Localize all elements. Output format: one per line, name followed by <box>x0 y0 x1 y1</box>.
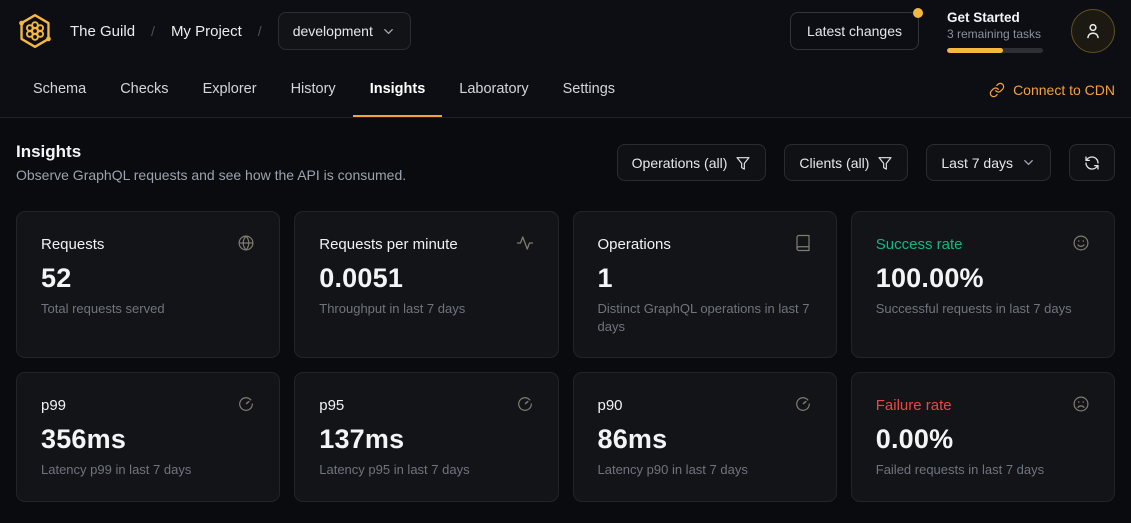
get-started-title: Get Started <box>947 10 1043 25</box>
book-icon <box>794 234 812 252</box>
breadcrumb-separator: / <box>258 23 262 39</box>
stats-grid: Requests 52 Total requests served Reques… <box>0 183 1131 502</box>
frown-icon <box>1072 395 1090 413</box>
breadcrumb-org[interactable]: The Guild <box>70 23 135 40</box>
stat-card-description: Latency p90 in last 7 days <box>598 461 812 479</box>
stat-card-value: 1 <box>598 263 812 294</box>
tab-schema[interactable]: Schema <box>16 62 103 117</box>
notification-dot <box>913 8 923 18</box>
breadcrumb-project[interactable]: My Project <box>171 23 242 40</box>
header-right: Latest changes Get Started 3 remaining t… <box>790 9 1115 53</box>
stat-card-value: 0.00% <box>876 424 1090 455</box>
get-started-progressbar <box>947 48 1043 53</box>
gauge-icon <box>516 395 534 413</box>
stat-card-description: Failed requests in last 7 days <box>876 461 1090 479</box>
page-subtitle: Observe GraphQL requests and see how the… <box>16 167 406 183</box>
operations-filter-label: Operations (all) <box>632 155 728 171</box>
tab-history[interactable]: History <box>274 62 353 117</box>
stat-card-value: 0.0051 <box>319 263 533 294</box>
gauge-icon <box>237 395 255 413</box>
stat-card: Operations 1 Distinct GraphQL operations… <box>573 211 837 358</box>
stat-card-description: Throughput in last 7 days <box>319 300 533 318</box>
link-icon <box>989 82 1005 98</box>
get-started-subtitle: 3 remaining tasks <box>947 27 1043 41</box>
get-started-progress-fill <box>947 48 1003 53</box>
get-started-widget[interactable]: Get Started 3 remaining tasks <box>947 10 1043 53</box>
clients-filter-label: Clients (all) <box>799 155 869 171</box>
stat-card-value: 137ms <box>319 424 533 455</box>
smile-icon <box>1072 234 1090 252</box>
stat-card-value: 52 <box>41 263 255 294</box>
chevron-down-icon <box>381 24 396 39</box>
stat-card-title: Success rate <box>876 234 963 253</box>
stat-card-description: Latency p99 in last 7 days <box>41 461 255 479</box>
filter-icon <box>735 155 751 171</box>
tab-settings[interactable]: Settings <box>546 62 632 117</box>
stat-card-title: Requests per minute <box>319 234 457 253</box>
tab-checks[interactable]: Checks <box>103 62 185 117</box>
refresh-icon <box>1084 155 1100 171</box>
breadcrumb-separator: / <box>151 23 155 39</box>
stat-card: Success rate 100.00% Successful requests… <box>851 211 1115 358</box>
gauge-icon <box>794 395 812 413</box>
tab-laboratory[interactable]: Laboratory <box>442 62 545 117</box>
stat-card-title: Failure rate <box>876 395 952 414</box>
latest-changes-label: Latest changes <box>807 23 902 39</box>
target-selector-value: development <box>293 23 373 39</box>
stat-card: Failure rate 0.00% Failed requests in la… <box>851 372 1115 502</box>
stat-card: p90 86ms Latency p90 in last 7 days <box>573 372 837 502</box>
stat-card: Requests per minute 0.0051 Throughput in… <box>294 211 558 358</box>
operations-filter-button[interactable]: Operations (all) <box>617 144 767 181</box>
chevron-down-icon <box>1021 155 1036 170</box>
globe-icon <box>237 234 255 252</box>
filters-toolbar: Operations (all) Clients (all) Last 7 da… <box>617 144 1115 181</box>
clients-filter-button[interactable]: Clients (all) <box>784 144 908 181</box>
user-avatar-button[interactable] <box>1071 9 1115 53</box>
stat-card-description: Total requests served <box>41 300 255 318</box>
user-icon <box>1082 20 1104 42</box>
latest-changes-button[interactable]: Latest changes <box>790 12 919 50</box>
hive-logo-icon[interactable] <box>16 12 54 50</box>
stat-card-title: p99 <box>41 395 66 414</box>
stat-card-description: Successful requests in last 7 days <box>876 300 1090 318</box>
app-header: The Guild / My Project / development Lat… <box>0 0 1131 62</box>
tab-explorer[interactable]: Explorer <box>186 62 274 117</box>
insights-header: Insights Observe GraphQL requests and se… <box>0 118 1131 183</box>
breadcrumb: The Guild / My Project / development <box>70 12 411 50</box>
stat-card-title: Requests <box>41 234 104 253</box>
page-title: Insights <box>16 142 406 162</box>
stat-card-value: 86ms <box>598 424 812 455</box>
nav-tabs: SchemaChecksExplorerHistoryInsightsLabor… <box>16 62 632 117</box>
filter-icon <box>877 155 893 171</box>
insights-heading-block: Insights Observe GraphQL requests and se… <box>16 142 406 183</box>
target-selector-button[interactable]: development <box>278 12 411 50</box>
stat-card-description: Latency p95 in last 7 days <box>319 461 533 479</box>
stat-card-value: 356ms <box>41 424 255 455</box>
stat-card: p99 356ms Latency p99 in last 7 days <box>16 372 280 502</box>
stat-card-value: 100.00% <box>876 263 1090 294</box>
project-nav: SchemaChecksExplorerHistoryInsightsLabor… <box>0 62 1131 118</box>
stat-card-description: Distinct GraphQL operations in last 7 da… <box>598 300 812 335</box>
tab-insights[interactable]: Insights <box>353 62 443 117</box>
activity-icon <box>516 234 534 252</box>
date-range-label: Last 7 days <box>941 155 1013 171</box>
stat-card-title: Operations <box>598 234 671 253</box>
stat-card-title: p95 <box>319 395 344 414</box>
connect-to-cdn-link[interactable]: Connect to CDN <box>989 62 1115 117</box>
stat-card-title: p90 <box>598 395 623 414</box>
refresh-button[interactable] <box>1069 144 1115 181</box>
stat-card: Requests 52 Total requests served <box>16 211 280 358</box>
stat-card: p95 137ms Latency p95 in last 7 days <box>294 372 558 502</box>
connect-to-cdn-label: Connect to CDN <box>1013 82 1115 98</box>
date-range-button[interactable]: Last 7 days <box>926 144 1051 181</box>
